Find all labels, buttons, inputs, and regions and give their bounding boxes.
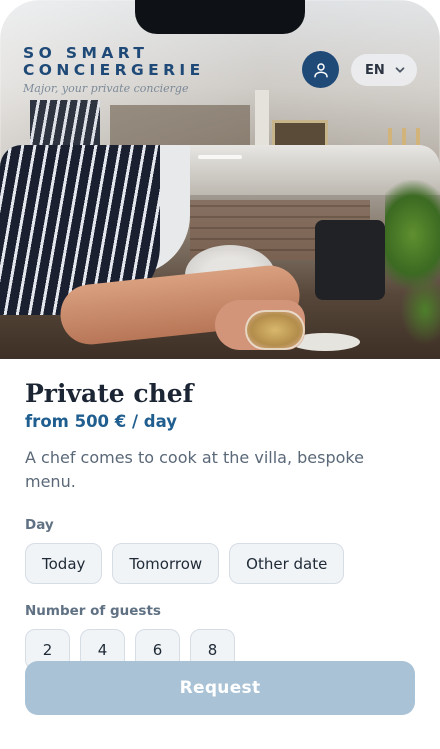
- photo-plant: [400, 275, 440, 345]
- brand-logo[interactable]: SO SMART CONCIERGERIE Major, your privat…: [23, 44, 205, 96]
- service-photo: [0, 145, 440, 359]
- day-option-tomorrow[interactable]: Tomorrow: [112, 543, 220, 584]
- photo-coffee-machine: [315, 220, 385, 300]
- chevron-down-icon: [395, 67, 405, 73]
- guests-label: Number of guests: [25, 603, 161, 619]
- user-icon: [313, 62, 328, 77]
- service-sheet: Private chef from 500 € / day A chef com…: [0, 145, 440, 749]
- day-options: Today Tomorrow Other date: [25, 543, 415, 584]
- service-title: Private chef: [25, 379, 194, 408]
- photo-plant: [385, 180, 440, 290]
- account-button[interactable]: [302, 51, 339, 88]
- day-option-today[interactable]: Today: [25, 543, 103, 584]
- service-description: A chef comes to cook at the villa, bespo…: [25, 448, 364, 491]
- service-price: from 500 € / day: [25, 412, 177, 431]
- device-notch: [135, 0, 305, 34]
- language-selector[interactable]: EN: [351, 54, 417, 86]
- phone-screen: SO SMART CONCIERGERIE Major, your privat…: [0, 0, 440, 749]
- brand-tagline: Major, your private concierge: [23, 82, 189, 95]
- brand-name-line2: CONCIERGERIE: [23, 61, 205, 79]
- photo-glass-bowl: [245, 310, 305, 350]
- request-button[interactable]: Request: [25, 661, 415, 715]
- day-label: Day: [25, 517, 54, 533]
- day-option-other-date[interactable]: Other date: [229, 543, 345, 584]
- language-code: EN: [365, 62, 385, 78]
- brand-name-line1: SO SMART: [23, 44, 149, 62]
- service-details: Private chef from 500 € / day A chef com…: [25, 359, 415, 670]
- sheet-drag-handle[interactable]: [198, 155, 242, 159]
- background-wall: [110, 105, 250, 145]
